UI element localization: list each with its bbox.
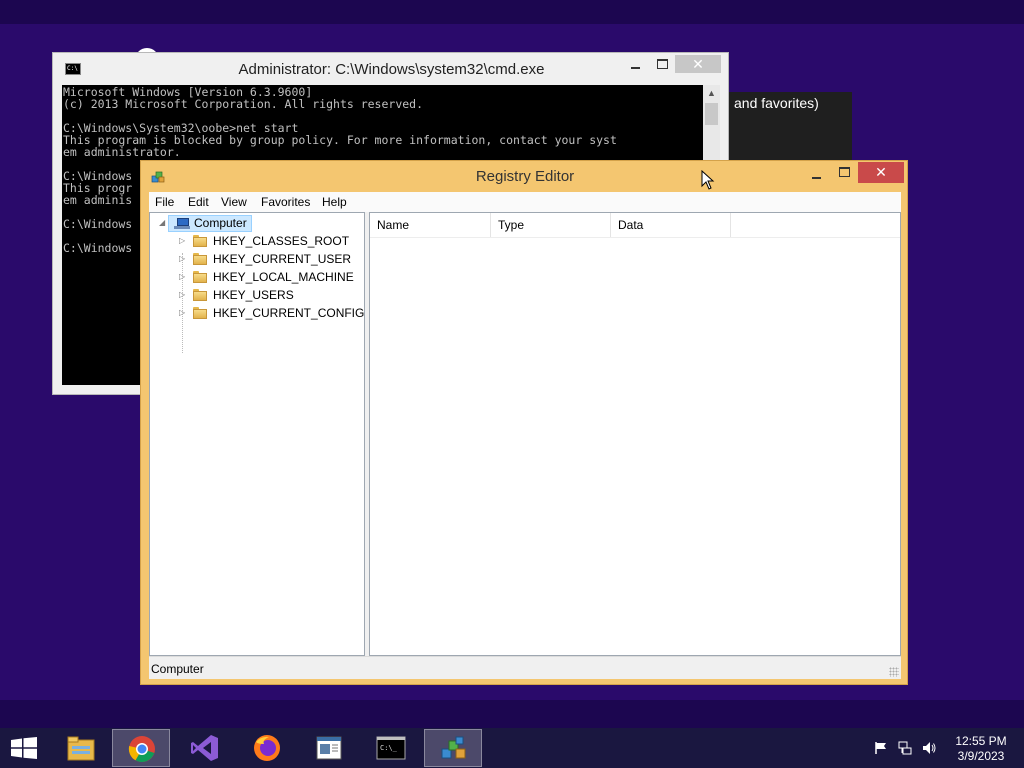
folder-icon (193, 271, 207, 283)
status-path: Computer (151, 662, 204, 676)
registry-editor-taskbar-icon (441, 736, 466, 759)
registry-values-pane[interactable]: Name Type Data (369, 212, 901, 656)
column-header-name[interactable]: Name (370, 213, 491, 237)
menu-file[interactable]: File (155, 195, 174, 209)
cmd-window-title: Administrator: C:\Windows\system32\cmd.e… (238, 61, 545, 78)
taskbar-visual-studio[interactable] (176, 729, 234, 767)
tree-label: HKEY_LOCAL_MACHINE (213, 270, 354, 284)
volume-icon[interactable] (922, 741, 936, 755)
clock-date: 3/9/2023 (957, 749, 1005, 763)
taskbar: C:\_ 12:55 PM 3/9/2023 (0, 728, 1024, 768)
registry-editor-title: Registry Editor (475, 168, 575, 185)
network-icon[interactable] (898, 741, 912, 755)
folder-icon (193, 289, 207, 301)
document-app-icon (316, 736, 342, 760)
console-line: em administrator. (63, 145, 181, 159)
column-header-data[interactable]: Data (611, 213, 731, 237)
mouse-cursor-icon (701, 170, 715, 190)
tree-label: HKEY_CLASSES_ROOT (213, 234, 350, 248)
menu-view[interactable]: View (221, 195, 247, 209)
registry-maximize-button[interactable] (839, 167, 850, 177)
tree-node-hkey-users[interactable]: ▷ HKEY_USERS (150, 286, 364, 304)
expand-arrow-icon[interactable]: ▷ (179, 290, 185, 299)
scroll-up-arrow-icon[interactable]: ▲ (703, 85, 720, 102)
menu-edit[interactable]: Edit (188, 195, 209, 209)
menu-help[interactable]: Help (322, 195, 347, 209)
registry-close-button[interactable]: ✕ (858, 162, 904, 183)
taskbar-file-explorer[interactable] (52, 729, 110, 767)
expand-arrow-icon[interactable]: ▷ (179, 272, 185, 281)
tree-node-computer[interactable]: ◢ Computer (150, 214, 364, 232)
desktop-band-top (0, 0, 1024, 24)
resize-grip-icon[interactable] (889, 667, 899, 677)
clock-time: 12:55 PM (955, 734, 1007, 748)
taskbar-clock[interactable]: 12:55 PM 3/9/2023 (938, 734, 1024, 764)
expand-arrow-icon[interactable]: ▷ (179, 308, 185, 317)
collapse-arrow-icon[interactable]: ◢ (159, 218, 165, 227)
registry-body: ◢ Computer ▷ HKEY_CLASSES_ROOT ▷ HKEY_CU… (149, 212, 901, 656)
visual-studio-icon (191, 735, 218, 761)
folder-icon (193, 253, 207, 265)
cmd-titlebar[interactable]: C:\ Administrator: C:\Windows\system32\c… (53, 53, 728, 85)
expand-arrow-icon[interactable]: ▷ (179, 254, 185, 263)
registry-minimize-button[interactable] (812, 169, 822, 181)
folder-icon (193, 235, 207, 247)
cmd-minimize-button[interactable] (631, 59, 641, 71)
column-header-row: Name Type Data (370, 213, 900, 238)
tree-label: HKEY_USERS (213, 288, 294, 302)
file-explorer-icon (67, 736, 95, 761)
console-line: (c) 2013 Microsoft Corporation. All righ… (63, 97, 424, 111)
cmd-scroll-thumb[interactable] (705, 103, 718, 125)
background-window-text: and favorites) (734, 95, 819, 111)
desktop-band-bottom (0, 700, 1024, 728)
tree-node-hkey-local-machine[interactable]: ▷ HKEY_LOCAL_MACHINE (150, 268, 364, 286)
folder-icon (193, 307, 207, 319)
taskbar-command-prompt[interactable]: C:\_ (362, 729, 420, 767)
registry-menubar: File Edit View Favorites Help (149, 192, 901, 212)
chrome-icon (128, 736, 155, 763)
tree-node-hkey-current-config[interactable]: ▷ HKEY_CURRENT_CONFIG (150, 304, 364, 322)
taskbar-firefox[interactable] (238, 729, 296, 767)
tree-label-computer: Computer (194, 216, 247, 230)
tree-label: HKEY_CURRENT_USER (213, 252, 352, 266)
cmd-close-button[interactable]: ✕ (675, 55, 721, 73)
expand-arrow-icon[interactable]: ▷ (179, 236, 185, 245)
taskbar-registry-editor[interactable] (424, 729, 482, 767)
menu-favorites[interactable]: Favorites (261, 195, 310, 209)
computer-icon (174, 218, 190, 229)
registry-status-bar: Computer (149, 656, 901, 679)
tree-label: HKEY_CURRENT_CONFIG (213, 306, 365, 320)
tree-node-hkey-current-user[interactable]: ▷ HKEY_CURRENT_USER (150, 250, 364, 268)
tree-node-hkey-classes-root[interactable]: ▷ HKEY_CLASSES_ROOT (150, 232, 364, 250)
registry-tree-pane[interactable]: ◢ Computer ▷ HKEY_CLASSES_ROOT ▷ HKEY_CU… (149, 212, 365, 656)
windows-start-icon[interactable] (10, 737, 38, 759)
firefox-icon (254, 735, 280, 761)
taskbar-chrome[interactable] (112, 729, 170, 767)
cmd-maximize-button[interactable] (657, 59, 668, 69)
svg-text:C:\_: C:\_ (380, 744, 398, 752)
action-center-flag-icon[interactable] (874, 741, 888, 755)
taskbar-notepad-app[interactable] (300, 729, 358, 767)
command-prompt-icon: C:\_ (376, 736, 406, 760)
column-header-type[interactable]: Type (491, 213, 611, 237)
registry-editor-window[interactable]: Registry Editor ✕ File Edit View Favorit… (140, 160, 908, 685)
